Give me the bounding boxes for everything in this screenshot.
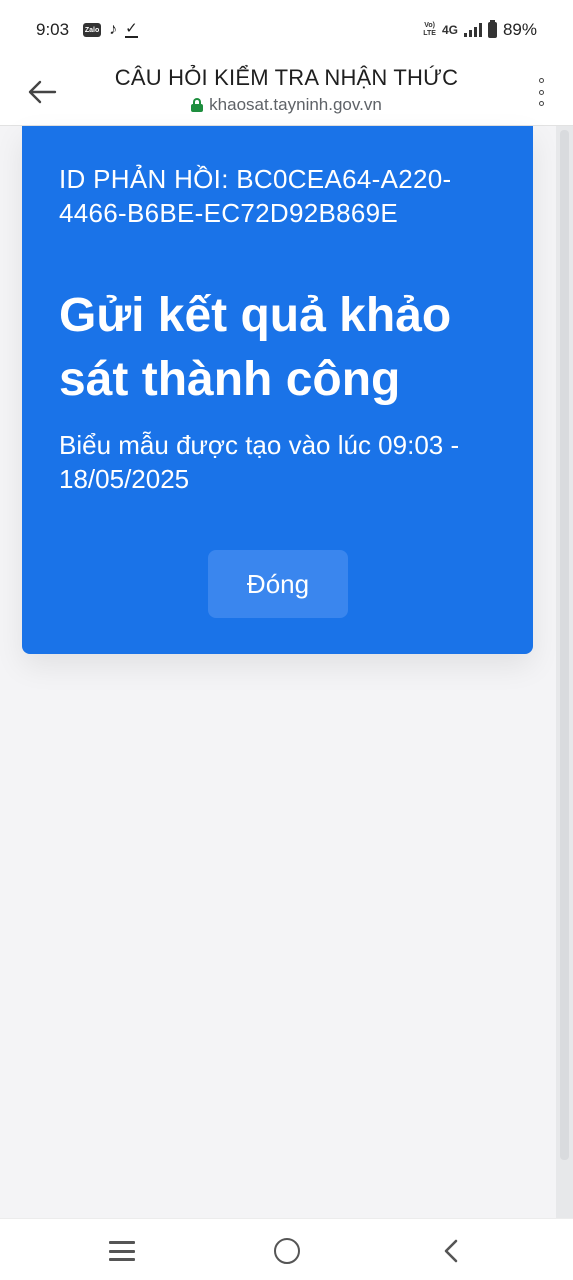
navigation-bar	[0, 1218, 573, 1280]
scrollbar-thumb[interactable]	[560, 130, 569, 1160]
network-type: 4G	[441, 23, 458, 37]
close-button[interactable]: Đóng	[208, 550, 348, 618]
volte-icon: Vo) LTE	[423, 22, 436, 38]
recents-icon[interactable]	[109, 1241, 135, 1261]
status-left: 9:03 Zalo ♪ ✓	[36, 20, 138, 40]
volte-line2: LTE	[423, 30, 436, 37]
volte-line1: Vo)	[424, 22, 435, 29]
battery-icon	[487, 20, 497, 38]
response-id: ID PHẢN HỒI: BC0CEA64-A220-4466-B6BE-EC7…	[59, 164, 452, 228]
back-chevron-icon[interactable]	[440, 1239, 464, 1263]
page-title: CÂU HỎI KIỂM TRA NHẬN THỨC	[114, 65, 459, 90]
status-time: 9:03	[36, 20, 70, 39]
arrow-left-icon	[28, 80, 57, 104]
result-card: ID PHẢN HỒI: BC0CEA64-A220-4466-B6BE-EC7…	[22, 126, 533, 654]
url-line[interactable]: khaosat.tayninh.gov.vn	[80, 95, 493, 115]
more-dot	[538, 101, 544, 106]
status-right: Vo) LTE 4G 89%	[423, 20, 537, 40]
back-button[interactable]	[24, 74, 60, 110]
tiktok-icon: ♪	[109, 21, 118, 38]
home-icon[interactable]	[274, 1238, 300, 1264]
signal-icon	[463, 23, 482, 37]
status-bar: 9:03 Zalo ♪ ✓ Vo) LTE 4G 89%	[0, 0, 573, 60]
zalo-icon: Zalo	[83, 23, 102, 37]
download-done-icon: ✓	[125, 19, 138, 38]
more-dot	[538, 89, 544, 95]
content-area: ID PHẢN HỒI: BC0CEA64-A220-4466-B6BE-EC7…	[0, 126, 573, 1218]
app-bar: CÂU HỎI KIỂM TRA NHẬN THỨC khaosat.tayni…	[0, 60, 573, 126]
url-text: khaosat.tayninh.gov.vn	[209, 95, 382, 114]
battery-percent: 89%	[502, 20, 537, 39]
title-block: CÂU HỎI KIỂM TRA NHẬN THỨC khaosat.tayni…	[80, 65, 493, 115]
more-vertical-icon	[538, 78, 544, 83]
scrollbar-track[interactable]	[556, 126, 573, 1218]
screen: 9:03 Zalo ♪ ✓ Vo) LTE 4G 89% CÂU HỎI KIỂ…	[0, 0, 573, 1280]
created-at: Biểu mẫu được tạo vào lúc 09:03 - 18/05/…	[59, 430, 460, 494]
success-title: Gửi kết quả khảo sát thành công	[59, 289, 452, 406]
lock-icon	[191, 98, 204, 112]
more-menu-button[interactable]	[533, 76, 549, 108]
